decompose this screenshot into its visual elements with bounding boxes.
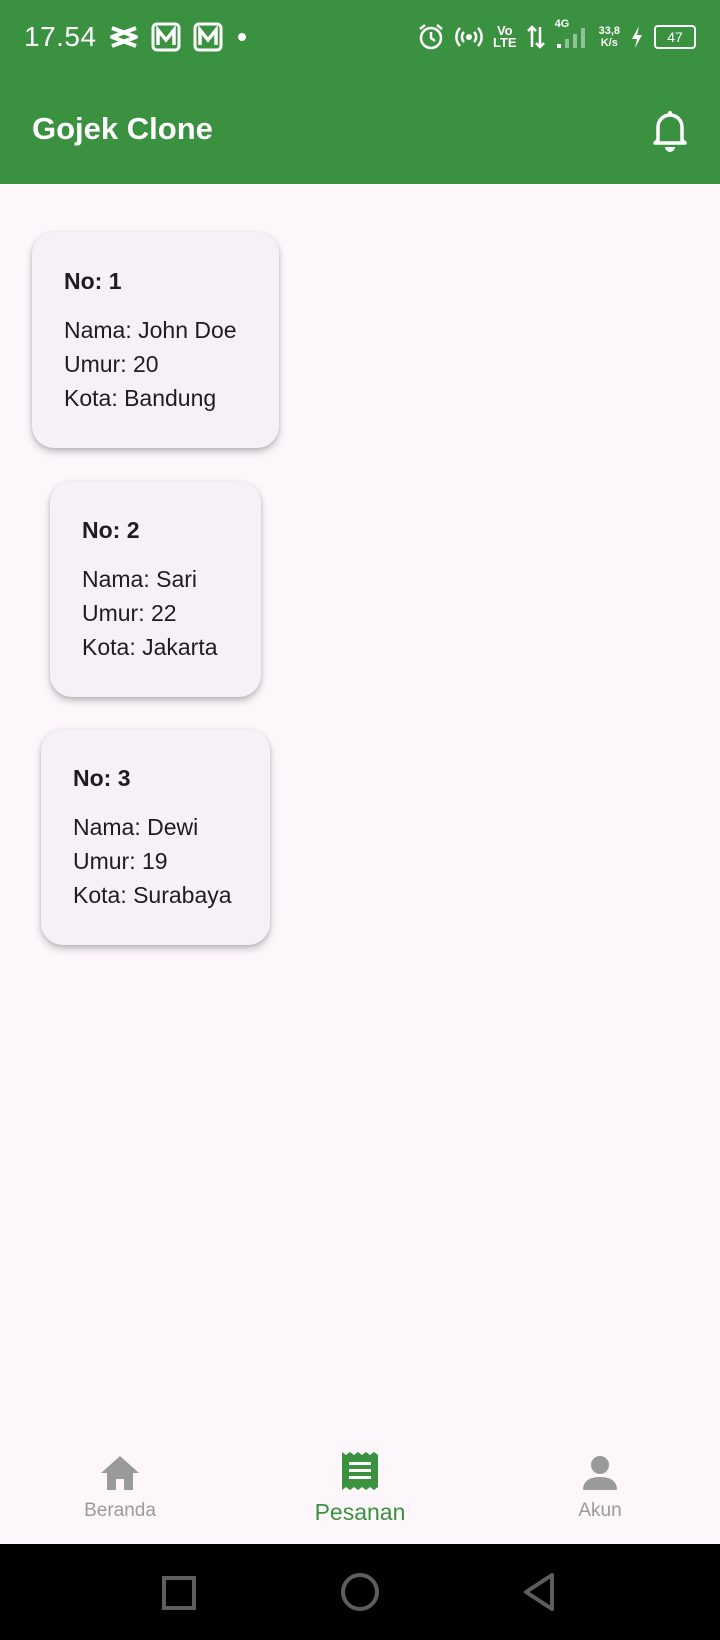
volte-indicator: Vo LTE <box>492 24 517 50</box>
card-age: Umur: 22 <box>82 600 177 626</box>
app-bar: Gojek Clone <box>0 74 720 184</box>
net-speed-unit: K/s <box>600 37 618 49</box>
person-card-2: No: 2 Nama: Sari Umur: 22 Kota: Jakarta <box>50 481 261 697</box>
m-app-icon <box>151 22 181 52</box>
battery-level: 47 <box>667 29 683 45</box>
nav-label-akun: Akun <box>578 1500 622 1521</box>
alarm-icon <box>419 24 443 50</box>
person-card-3: No: 3 Nama: Dewi Umur: 19 Kota: Surabaya <box>41 729 270 945</box>
receipt-icon <box>342 1451 378 1490</box>
signal-indicator: 4G <box>555 18 589 52</box>
home-icon <box>101 1456 139 1490</box>
card-number: No: 1 <box>64 268 122 294</box>
volte-bottom-text: LTE <box>492 35 517 50</box>
card-city: Kota: Jakarta <box>82 634 218 660</box>
charging-icon <box>632 26 642 48</box>
card-name: Nama: John Doe <box>64 317 237 343</box>
nav-label-beranda: Beranda <box>84 1500 156 1521</box>
card-age: Umur: 19 <box>73 848 168 874</box>
battery-indicator: 47 <box>654 25 696 49</box>
nav-label-pesanan: Pesanan <box>314 1498 406 1525</box>
card-age: Umur: 20 <box>64 351 159 377</box>
card-city: Kota: Bandung <box>64 385 217 411</box>
capcut-icon <box>109 26 138 48</box>
back-icon[interactable] <box>522 1572 556 1612</box>
data-transfer-icon <box>526 25 545 49</box>
status-time: 17.54 <box>24 21 97 52</box>
home-button-icon[interactable] <box>340 1572 380 1612</box>
m-app-icon-2 <box>193 22 223 52</box>
notification-bell-icon[interactable] <box>650 108 690 152</box>
person-icon <box>583 1456 617 1490</box>
recents-icon[interactable] <box>162 1576 196 1610</box>
signal-icon <box>556 28 585 48</box>
nav-item-beranda[interactable]: Beranda <box>0 1432 240 1544</box>
card-city: Kota: Surabaya <box>73 882 232 908</box>
card-number: No: 3 <box>73 765 131 791</box>
card-name: Nama: Sari <box>82 566 198 592</box>
nav-item-pesanan[interactable]: Pesanan <box>240 1432 480 1544</box>
card-name: Nama: Dewi <box>73 814 199 840</box>
card-number: No: 2 <box>82 517 140 543</box>
bottom-navigation: Beranda Pesanan Akun <box>0 1432 720 1544</box>
person-card-1: No: 1 Nama: John Doe Umur: 20 Kota: Band… <box>32 232 279 448</box>
net-speed: 33,8 K/s <box>599 25 620 49</box>
net-speed-value: 33,8 <box>598 25 620 37</box>
nav-item-akun[interactable]: Akun <box>480 1432 720 1544</box>
status-right: Vo LTE 4G 33,8 K/s 47 <box>417 0 696 74</box>
status-bar: 17.54 Vo LTE 4G 33,8 K/s 47 <box>0 0 720 74</box>
hotspot-icon <box>455 27 483 47</box>
app-title: Gojek Clone <box>32 111 213 146</box>
system-navigation-bar <box>0 1544 720 1640</box>
status-left: 17.54 <box>24 0 249 74</box>
notification-dot-icon <box>237 33 246 41</box>
